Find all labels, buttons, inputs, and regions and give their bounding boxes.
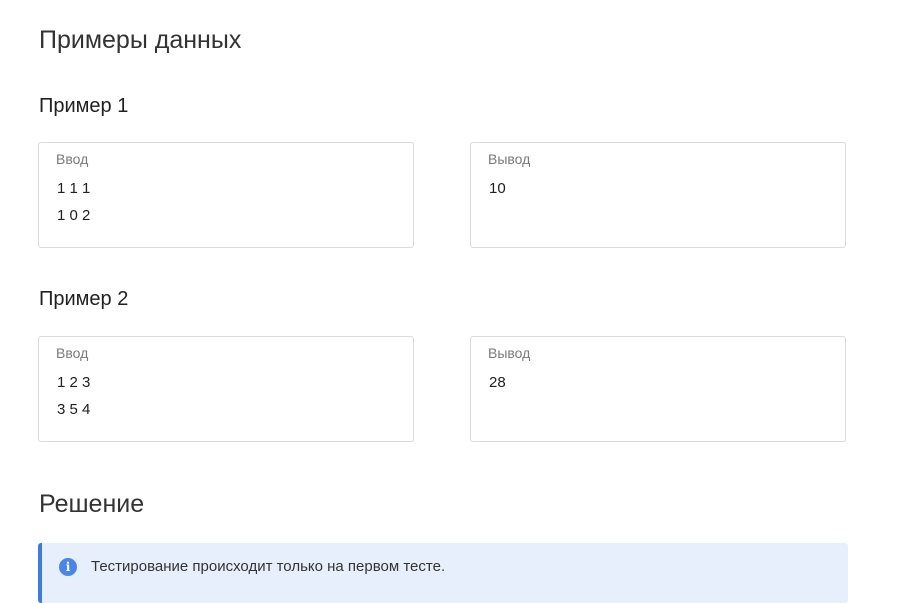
input-line: 3 5 4: [57, 401, 91, 418]
output-line: 10: [489, 180, 506, 197]
example-2-output-box[interactable]: Вывод 28: [470, 336, 846, 442]
solution-notice: i Тестирование происходит только на перв…: [38, 543, 848, 603]
input-line: 1 1 1: [57, 180, 91, 197]
example-1-input-box[interactable]: Ввод 1 1 1 1 0 2: [38, 142, 414, 248]
input-caption: Ввод: [56, 345, 89, 361]
input-content: 1 2 3 3 5 4: [57, 369, 90, 423]
example-1-title: Пример 1: [39, 95, 129, 117]
output-content: 10: [489, 175, 506, 202]
info-icon: i: [59, 558, 77, 576]
example-1-output-box[interactable]: Вывод 10: [470, 142, 846, 248]
example-2-input-box[interactable]: Ввод 1 2 3 3 5 4: [38, 336, 414, 442]
output-caption: Вывод: [488, 345, 531, 361]
example-2-title: Пример 2: [39, 288, 129, 310]
output-content: 28: [489, 369, 506, 396]
output-caption: Вывод: [488, 151, 531, 167]
solution-title: Решение: [39, 490, 145, 518]
input-content: 1 1 1 1 0 2: [57, 175, 90, 229]
input-line: 1 0 2: [57, 207, 91, 224]
section-title: Примеры данных: [39, 26, 242, 54]
notice-text: Тестирование происходит только на первом…: [91, 558, 446, 575]
input-line: 1 2 3: [57, 374, 91, 391]
input-caption: Ввод: [56, 151, 89, 167]
output-line: 28: [489, 374, 506, 391]
